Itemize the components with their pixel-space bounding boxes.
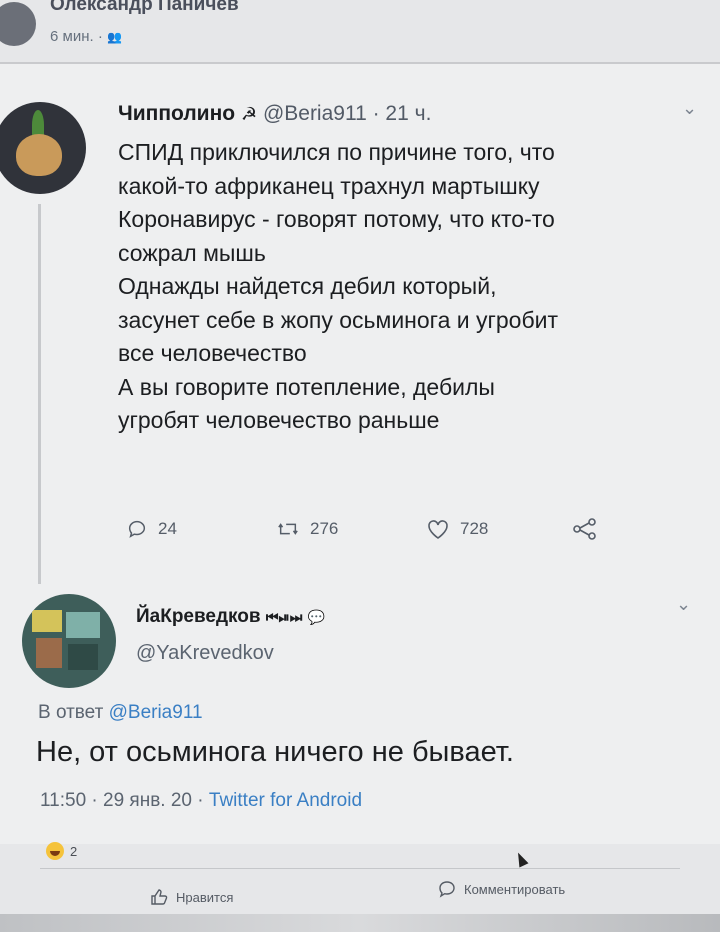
retweet-button[interactable]: 276 — [276, 518, 338, 540]
tweet-line: Однажды найдется дебил который, — [118, 273, 497, 299]
tweet-header: Чипполино ☭ @Beria911 · 21 ч. — [118, 102, 431, 126]
reply-display-name[interactable]: ЙаКреведков ⏮⏯⏭ 💬 — [136, 606, 325, 628]
share-icon — [573, 518, 596, 540]
tweet-line: все человечество — [118, 340, 307, 366]
fb-like-label: Нравится — [176, 889, 234, 905]
tweet-actions: 24 276 728 — [126, 518, 626, 548]
comment-icon — [439, 881, 455, 898]
haha-emoji-icon — [46, 842, 64, 860]
reactions-summary[interactable]: 2 — [46, 842, 77, 860]
reply-button[interactable]: 24 — [126, 518, 177, 540]
tweet-time[interactable]: · 21 ч. — [373, 102, 432, 125]
in-reply-prefix: В ответ — [38, 702, 104, 723]
heart-icon — [428, 520, 448, 539]
share-button[interactable] — [572, 518, 598, 540]
friends-audience-icon[interactable]: 👥 — [107, 30, 122, 44]
tweet-display-name[interactable]: Чипполино — [118, 102, 235, 125]
hammer-sickle-icon: ☭ — [240, 104, 258, 124]
tweet-line: угробят человечество раньше — [118, 407, 440, 433]
speech-bubble-icon: 💬 — [307, 609, 326, 625]
tweet-line: Коронавирус - говорят потому, что кто-то — [118, 206, 555, 232]
tweet-card: Чипполино ☭ @Beria911 · 21 ч. ⌄ СПИД при… — [0, 64, 720, 644]
mouse-cursor-icon — [513, 850, 529, 868]
footer-divider — [40, 868, 680, 869]
post-time-text: 6 мин. · — [50, 28, 103, 45]
photo-of-screen: Олександр Паничев 6 мин. · 👥 Чипполино ☭… — [0, 0, 720, 932]
reply-timestamp[interactable]: 11:50 · 29 янв. 20 · — [40, 790, 204, 811]
media-controls-icon: ⏮⏯⏭ — [265, 609, 303, 625]
avatar-pattern-tile — [66, 612, 100, 638]
reactions-count: 2 — [70, 843, 78, 859]
reply-handle[interactable]: @YaKrevedkov — [136, 642, 274, 665]
tweet-line: какой-то африканец трахнул мартышку — [118, 172, 540, 199]
tweet-author-avatar[interactable] — [0, 102, 86, 194]
reply-author-avatar[interactable] — [22, 594, 116, 688]
like-count: 728 — [460, 519, 489, 538]
facebook-post-header: Олександр Паничев 6 мин. · 👥 — [0, 0, 720, 62]
tweet-line: сожрал мышь — [118, 239, 266, 266]
tweet-line: А вы говорите потепление, дебилы — [118, 373, 495, 400]
like-button[interactable]: 728 — [426, 518, 488, 540]
in-reply-handle-link[interactable]: @Beria911 — [109, 702, 203, 723]
reply-text: Не, от осьминога ничего не бывает. — [36, 736, 514, 768]
chevron-down-icon[interactable]: ⌄ — [682, 98, 697, 119]
chevron-down-icon[interactable]: ⌄ — [676, 594, 691, 615]
fb-comment-button[interactable]: Комментировать — [438, 880, 565, 898]
thumbs-up-icon — [151, 889, 168, 905]
thread-connector-line — [38, 204, 41, 644]
tweet-line: засунет себе в жопу осьминога и угробит — [118, 306, 559, 333]
taskbar-strip — [0, 914, 720, 932]
fb-comment-label: Комментировать — [464, 881, 566, 897]
tweet-body: СПИД приключился по причине того, что ка… — [118, 136, 703, 438]
tweet-line: СПИД приключился по причине того, что — [118, 139, 555, 165]
reply-name-text: ЙаКреведков — [136, 606, 261, 627]
in-reply-to: В ответ @Beria911 — [38, 702, 203, 724]
reply-icon — [128, 520, 146, 538]
reply-source-link[interactable]: Twitter for Android — [209, 790, 362, 811]
author-name[interactable]: Олександр Паничев — [50, 0, 239, 16]
avatar-pattern-tile — [68, 644, 98, 670]
post-time: 6 мин. · 👥 — [50, 28, 122, 45]
reply-count: 24 — [158, 519, 177, 538]
fb-like-button[interactable]: Нравится — [150, 888, 233, 906]
author-avatar[interactable] — [0, 2, 36, 46]
retweet-count: 276 — [310, 519, 339, 538]
retweet-icon — [278, 523, 298, 535]
tweet-handle[interactable]: @Beria911 — [263, 102, 367, 125]
avatar-onion-shape — [16, 134, 62, 176]
reply-meta: 11:50 · 29 янв. 20 · Twitter for Android — [40, 790, 362, 812]
reply-tweet-card: ЙаКреведков ⏮⏯⏭ 💬 @YaKrevedkov ⌄ В ответ… — [0, 584, 720, 844]
avatar-pattern-tile — [36, 638, 62, 668]
avatar-pattern-tile — [32, 610, 62, 632]
